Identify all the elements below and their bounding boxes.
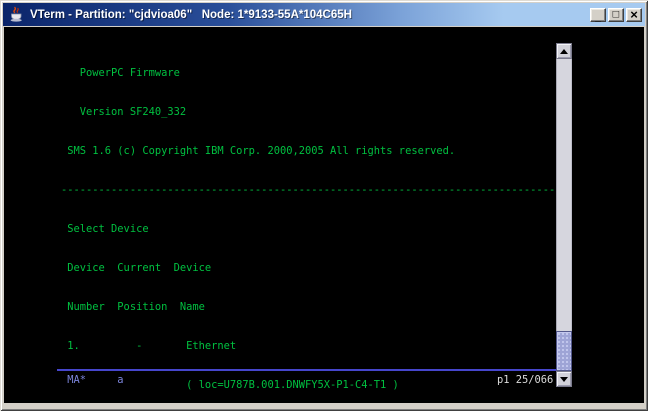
arrow-down-icon	[560, 377, 568, 382]
vterm-app-icon[interactable]	[8, 6, 25, 23]
window-title: VTerm - Partition: "cjdvioa06" Node: 1*9…	[30, 9, 352, 21]
vertical-scrollbar	[556, 43, 572, 387]
scrollbar-track[interactable]	[556, 59, 572, 371]
scroll-up-button[interactable]	[556, 43, 572, 59]
arrow-up-icon	[560, 49, 568, 54]
terminal-area: PowerPC Firmware Version SF240_332 SMS 1…	[4, 27, 644, 403]
close-button[interactable]: ×	[626, 8, 642, 22]
table-header: Device Current Device	[61, 262, 568, 275]
cursor-position-indicator: p1 25/066	[497, 374, 553, 387]
maximize-icon: □	[613, 9, 620, 20]
table-header: Number Position Name	[61, 301, 568, 314]
device-row-1: 1. - Ethernet	[61, 340, 568, 353]
maximize-button[interactable]: □	[608, 8, 624, 22]
terminal-line: SMS 1.6 (c) Copyright IBM Corp. 2000,200…	[61, 145, 568, 158]
scrollbar-thumb[interactable]	[556, 331, 572, 371]
minimize-button[interactable]: _	[590, 8, 606, 22]
device-loc-1: ( loc=U787B.001.DNWFY5X-P1-C4-T1 )	[61, 379, 568, 392]
close-icon: ×	[630, 8, 638, 21]
title-bar[interactable]: VTerm - Partition: "cjdvioa06" Node: 1*9…	[3, 3, 645, 26]
screen-title: Select Device	[61, 223, 568, 236]
oia-separator	[57, 369, 560, 371]
minimize-icon: _	[595, 13, 601, 23]
scroll-down-button[interactable]	[556, 371, 572, 387]
oia-status-left: MA* a	[61, 374, 124, 387]
separator-line: ----------------------------------------…	[61, 184, 568, 197]
vterm-window: VTerm - Partition: "cjdvioa06" Node: 1*9…	[0, 0, 648, 411]
terminal-line: Version SF240_332	[61, 106, 568, 119]
terminal-line: PowerPC Firmware	[61, 67, 568, 80]
window-controls: _ □ ×	[590, 8, 642, 22]
terminal-screen[interactable]: PowerPC Firmware Version SF240_332 SMS 1…	[61, 41, 568, 403]
